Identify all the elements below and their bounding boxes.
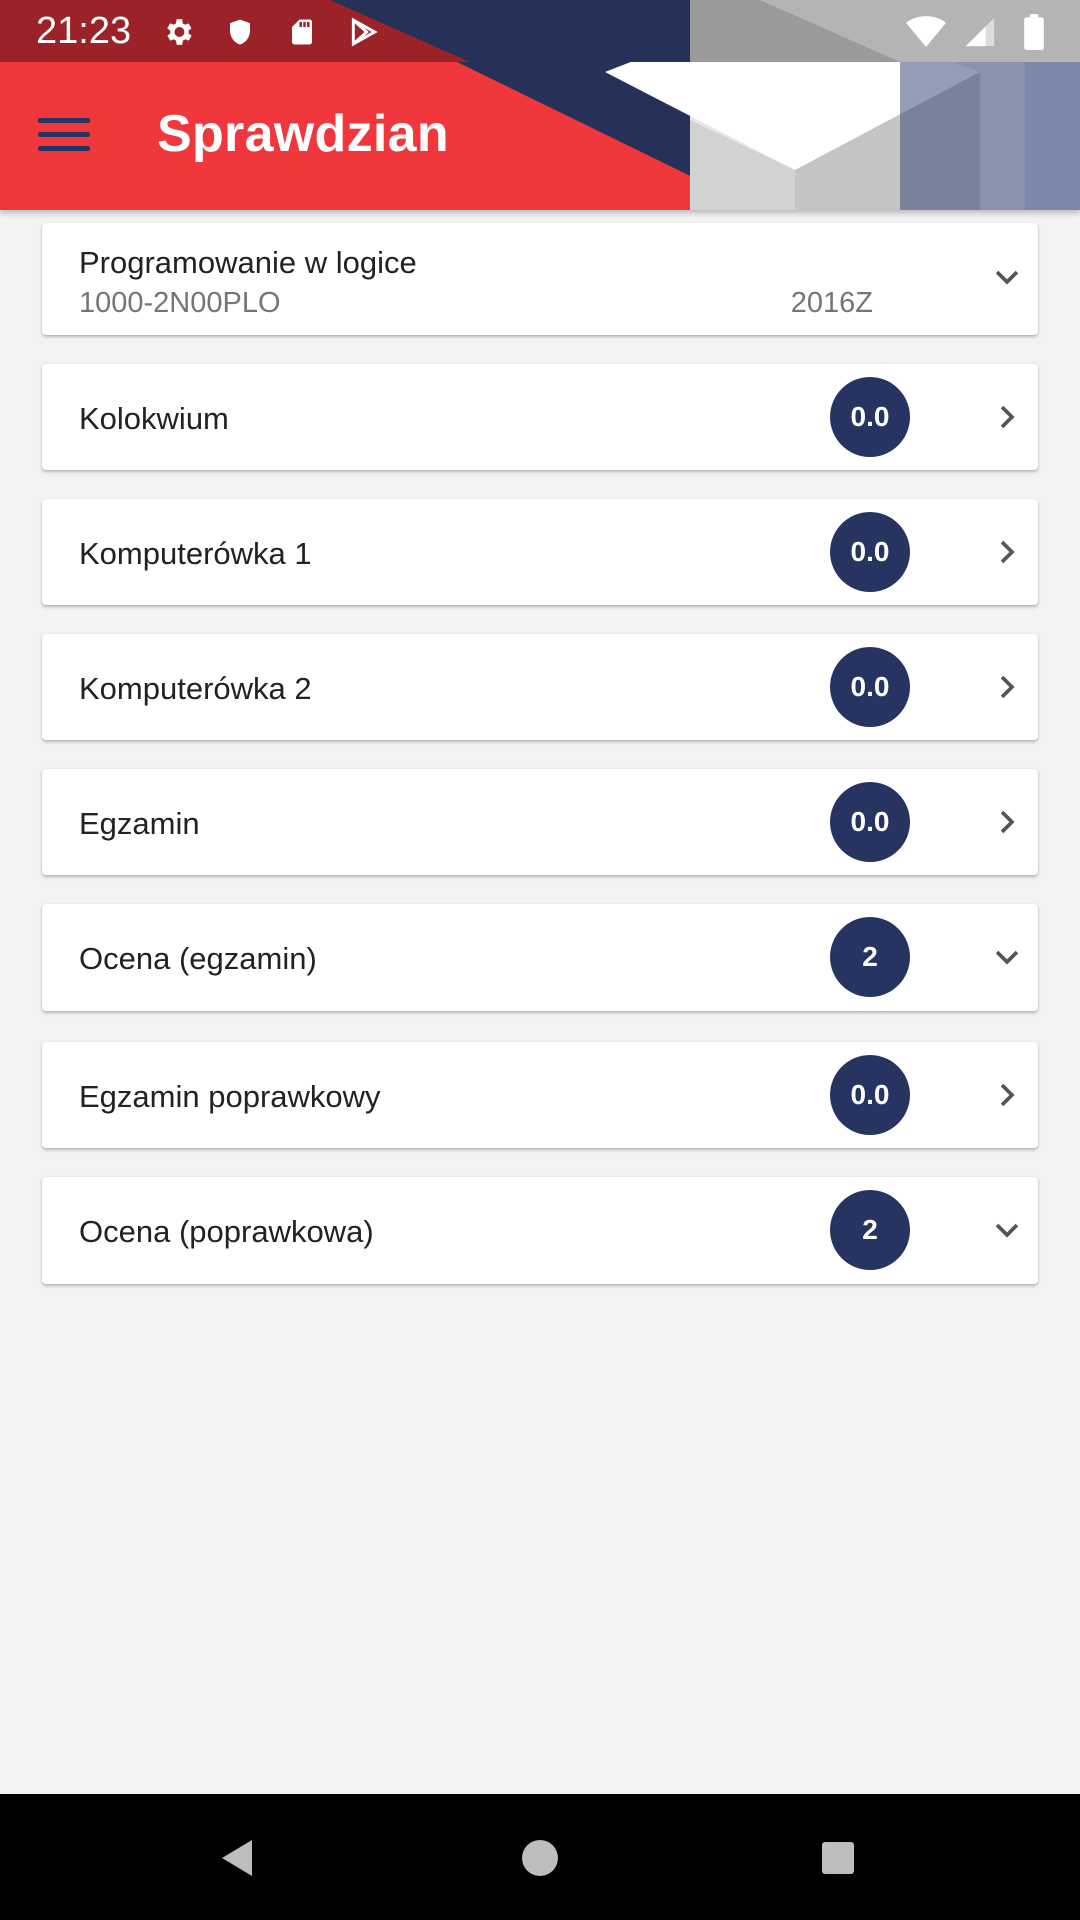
chevron-right-icon[interactable] xyxy=(990,1078,1024,1112)
list-item-label: Ocena (egzamin) xyxy=(79,941,317,976)
list-item-label: Komputerówka 2 xyxy=(79,671,312,706)
page-title: Sprawdzian xyxy=(157,105,449,163)
course-name: Programowanie w logice xyxy=(79,245,417,280)
list-item-egzamin-poprawkowy[interactable]: Egzamin poprawkowy 0.0 xyxy=(42,1042,1038,1148)
list-item-label: Komputerówka 1 xyxy=(79,536,312,571)
hamburger-menu-icon[interactable] xyxy=(38,104,98,164)
list-item-ocena-egzamin[interactable]: Ocena (egzamin) 2 xyxy=(42,904,1038,1011)
list-item-label: Ocena (poprawkowa) xyxy=(79,1214,374,1249)
list-item-label: Egzamin poprawkowy xyxy=(79,1079,381,1114)
chevron-right-icon[interactable] xyxy=(990,535,1024,569)
score-badge: 0.0 xyxy=(830,512,910,592)
signal-icon xyxy=(960,12,1000,52)
chevron-down-icon[interactable] xyxy=(990,1213,1024,1247)
list-item-label: Egzamin xyxy=(79,806,200,841)
back-icon[interactable] xyxy=(214,1834,262,1882)
list-item-kolokwium[interactable]: Kolokwium 0.0 xyxy=(42,364,1038,470)
chevron-down-icon[interactable] xyxy=(990,940,1024,974)
gear-icon xyxy=(158,12,198,52)
app-bar: Sprawdzian xyxy=(0,62,1080,210)
list-item-ocena-poprawkowa[interactable]: Ocena (poprawkowa) 2 xyxy=(42,1177,1038,1284)
shield-icon xyxy=(220,12,260,52)
score-badge: 0.0 xyxy=(830,782,910,862)
battery-icon xyxy=(1014,12,1054,52)
sd-card-icon xyxy=(282,12,322,52)
system-nav-bar xyxy=(0,1794,1080,1920)
chevron-right-icon[interactable] xyxy=(990,805,1024,839)
chevron-down-icon[interactable] xyxy=(990,260,1024,294)
score-badge: 0.0 xyxy=(830,377,910,457)
list-item-komputerowka-1[interactable]: Komputerówka 1 0.0 xyxy=(42,499,1038,605)
status-bar: 21:23 xyxy=(0,0,1080,62)
wifi-icon xyxy=(906,12,946,52)
course-semester: 2016Z xyxy=(790,287,873,319)
home-icon[interactable] xyxy=(516,1834,564,1882)
list-item-komputerowka-2[interactable]: Komputerówka 2 0.0 xyxy=(42,634,1038,740)
course-code: 1000-2N00PLO xyxy=(79,287,281,319)
recents-icon[interactable] xyxy=(814,1834,862,1882)
course-card[interactable]: Programowanie w logice 1000-2N00PLO 2016… xyxy=(42,223,1038,335)
score-badge: 2 xyxy=(830,917,910,997)
clock: 21:23 xyxy=(36,10,132,52)
score-badge: 0.0 xyxy=(830,647,910,727)
score-badge: 2 xyxy=(830,1190,910,1270)
play-store-icon xyxy=(344,12,384,52)
chevron-right-icon[interactable] xyxy=(990,670,1024,704)
chevron-right-icon[interactable] xyxy=(990,400,1024,434)
score-badge: 0.0 xyxy=(830,1055,910,1135)
list-item-label: Kolokwium xyxy=(79,401,229,436)
list-item-egzamin[interactable]: Egzamin 0.0 xyxy=(42,769,1038,875)
